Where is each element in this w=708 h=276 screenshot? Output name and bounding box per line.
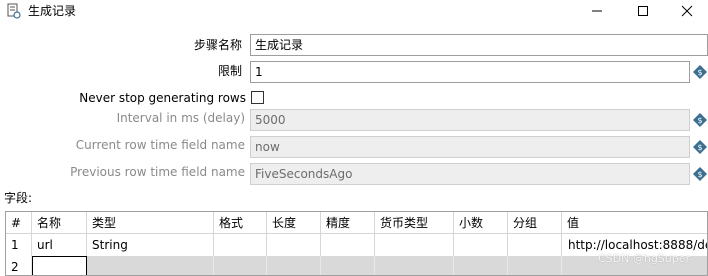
column-header[interactable]: 格式 <box>214 212 267 234</box>
table-cell[interactable] <box>454 234 508 256</box>
svg-text:$: $ <box>697 68 702 77</box>
never-stop-checkbox[interactable] <box>251 91 264 104</box>
column-header[interactable]: 值 <box>562 212 707 234</box>
step-name-input[interactable]: 生成记录 <box>250 34 708 56</box>
table-cell[interactable] <box>321 256 375 275</box>
close-button[interactable] <box>664 0 708 22</box>
row-number: 2 <box>6 256 32 275</box>
table-cell[interactable] <box>375 234 454 256</box>
table-header-row: # 名称 类型 格式 长度 精度 货币类型 小数 分组 值 <box>6 212 707 234</box>
current-time-field-input[interactable]: now <box>250 136 690 158</box>
table-cell[interactable] <box>267 234 321 256</box>
table-cell[interactable] <box>87 256 214 275</box>
column-header[interactable]: 分组 <box>508 212 562 234</box>
table-cell-editing[interactable] <box>32 256 87 275</box>
table-cell[interactable]: url <box>32 234 87 256</box>
table-cell[interactable]: String <box>87 234 214 256</box>
window-title: 生成记录 <box>28 4 77 18</box>
never-stop-label: Never stop generating rows <box>79 91 246 105</box>
variable-icon[interactable]: $ <box>693 167 707 181</box>
step-name-label: 步骤名称 <box>193 38 242 52</box>
table-cell[interactable] <box>321 234 375 256</box>
column-header[interactable]: 货币类型 <box>375 212 454 234</box>
limit-input[interactable]: 1 <box>250 61 690 83</box>
table-cell[interactable] <box>375 256 454 275</box>
table-cell[interactable] <box>214 256 267 275</box>
limit-label: 限制 <box>217 64 242 78</box>
row-number: 1 <box>6 234 32 256</box>
fields-table: # 名称 类型 格式 长度 精度 货币类型 小数 分组 值 1 url Stri… <box>5 211 708 276</box>
column-header[interactable]: # <box>6 212 32 234</box>
variable-icon[interactable]: $ <box>693 140 707 154</box>
minimize-button[interactable] <box>574 0 620 22</box>
interval-label: Interval in ms (delay) <box>116 111 245 125</box>
maximize-button[interactable] <box>620 0 666 22</box>
svg-text:$: $ <box>697 170 702 179</box>
svg-text:$: $ <box>697 143 702 152</box>
column-header[interactable]: 名称 <box>32 212 87 234</box>
title-bar: 生成记录 <box>0 0 708 24</box>
table-cell[interactable] <box>214 234 267 256</box>
variable-icon[interactable]: $ <box>693 113 707 127</box>
fields-section-label: 字段: <box>4 191 33 205</box>
table-cell[interactable] <box>508 256 562 275</box>
svg-text:$: $ <box>697 116 702 125</box>
table-cell[interactable] <box>267 256 321 275</box>
column-header[interactable]: 精度 <box>321 212 375 234</box>
variable-icon[interactable]: $ <box>693 65 707 79</box>
generate-rows-icon <box>7 3 21 19</box>
previous-time-field-input[interactable]: FiveSecondsAgo <box>250 163 690 185</box>
column-header[interactable]: 类型 <box>87 212 214 234</box>
table-cell[interactable] <box>508 234 562 256</box>
previous-time-field-label: Previous row time field name <box>70 165 245 179</box>
current-time-field-label: Current row time field name <box>75 138 245 152</box>
column-header[interactable]: 小数 <box>454 212 508 234</box>
column-header[interactable]: 长度 <box>267 212 321 234</box>
watermark: CSDN @hgSuper <box>598 252 691 265</box>
interval-input[interactable]: 5000 <box>250 109 690 131</box>
table-cell[interactable] <box>454 256 508 275</box>
